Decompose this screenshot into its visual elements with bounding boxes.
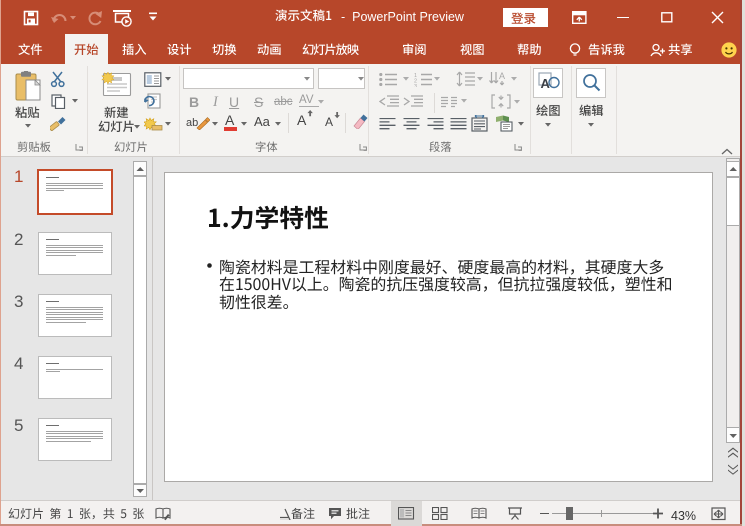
svg-text:3: 3: [414, 84, 417, 87]
svg-text:A: A: [499, 71, 505, 81]
